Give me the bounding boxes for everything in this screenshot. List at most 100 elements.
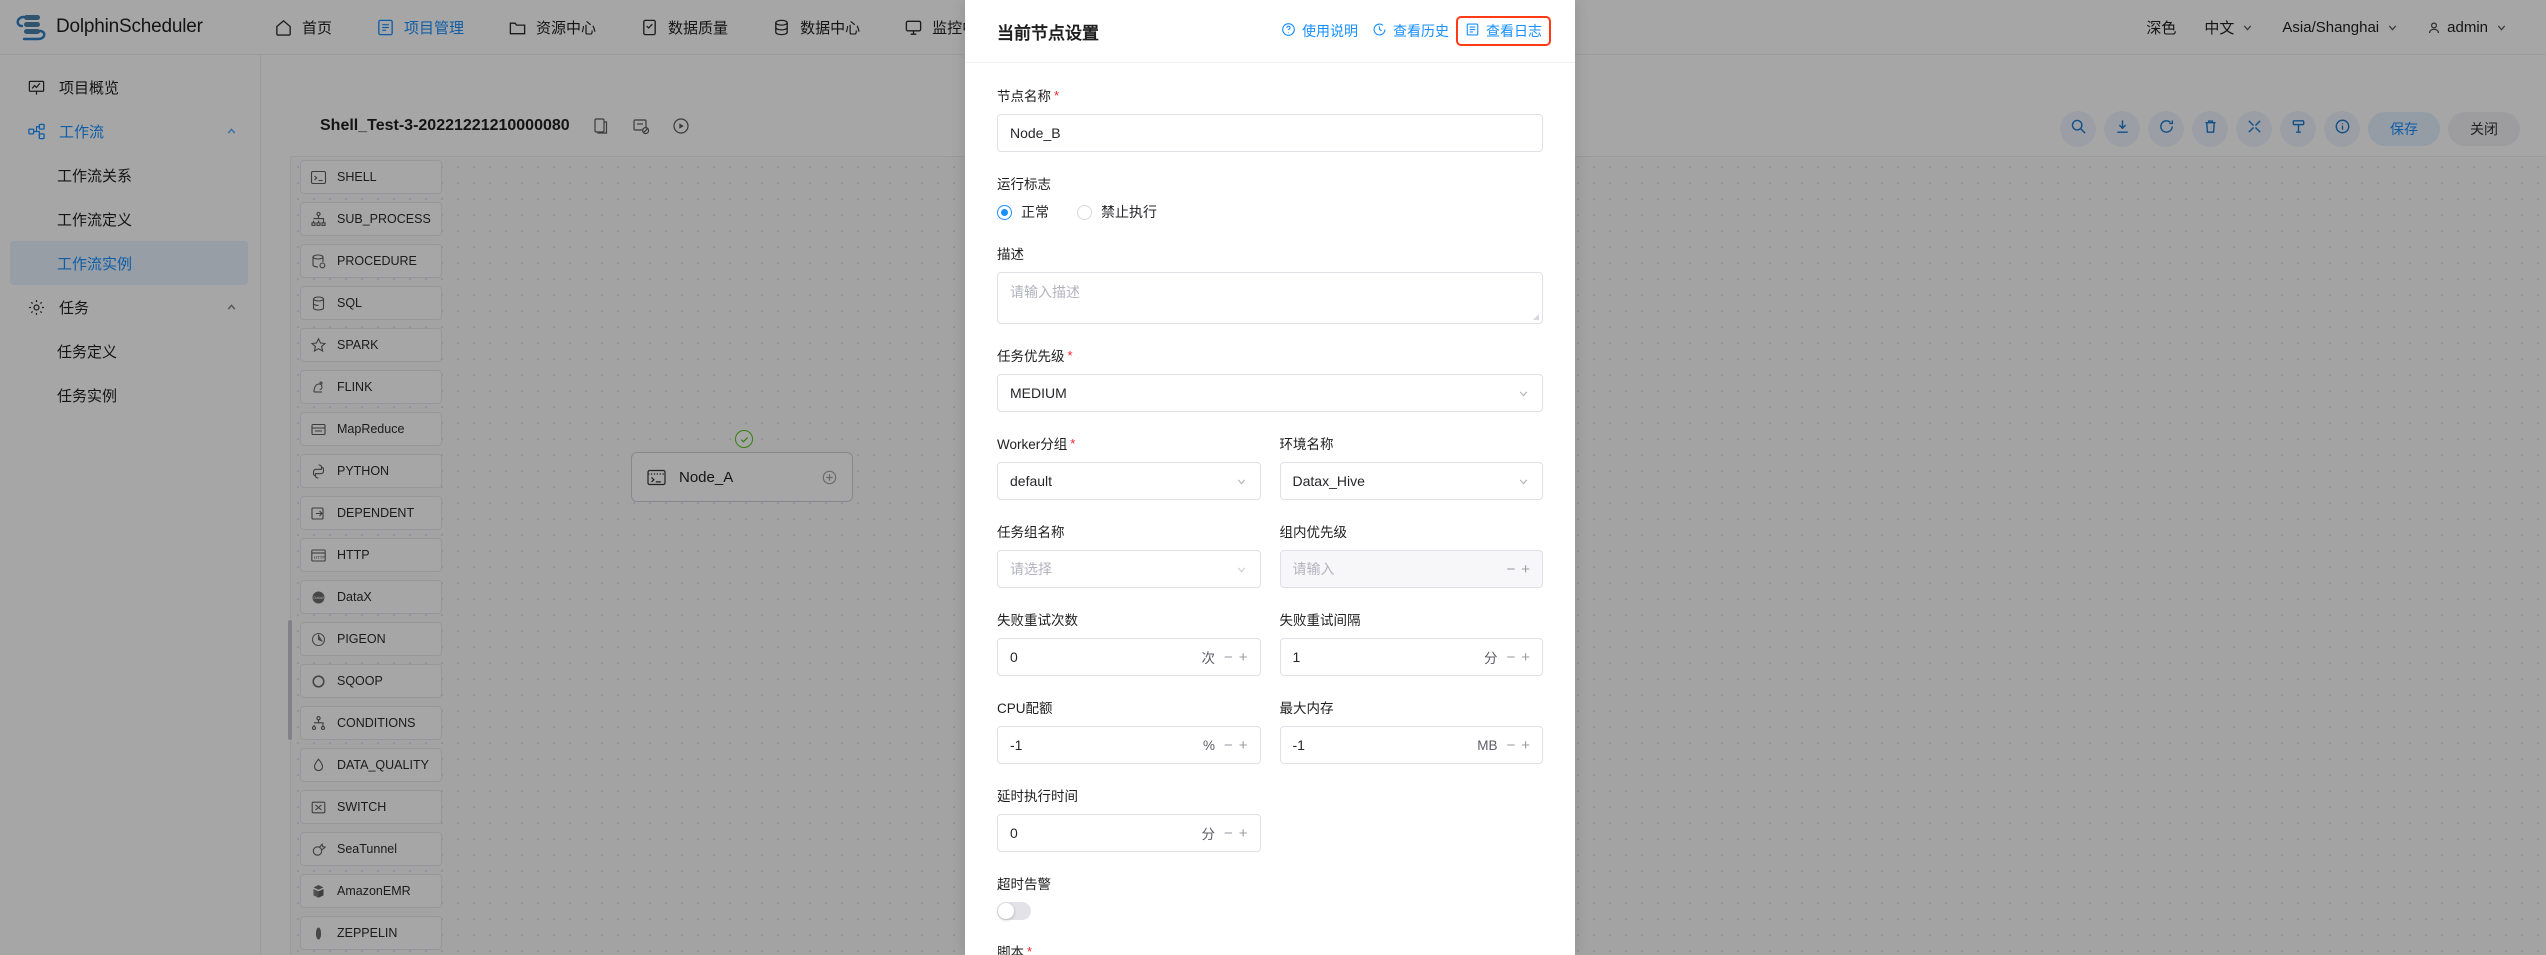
refresh-button[interactable] <box>2148 111 2184 147</box>
task-group-name-select[interactable]: 请选择 <box>997 550 1261 588</box>
palette-task[interactable]: DataX DataX <box>300 580 442 614</box>
download-button[interactable] <box>2104 111 2140 147</box>
sidebar-item-task-instance[interactable]: 任务实例 <box>0 373 260 417</box>
view-log-label: 查看日志 <box>1486 23 1542 39</box>
pigeon-icon <box>310 631 327 648</box>
nav-item-data-quality[interactable]: 数据质量 <box>618 0 750 55</box>
close-button[interactable]: 关闭 <box>2448 112 2520 146</box>
workflow-node[interactable]: Node_A <box>631 452 853 502</box>
sidebar-item-task-definition[interactable]: 任务定义 <box>0 329 260 373</box>
nav-item-project-management[interactable]: 项目管理 <box>354 0 486 55</box>
sidebar-item-workflow-definition[interactable]: 工作流定义 <box>0 197 260 241</box>
palette-scrollbar[interactable] <box>288 620 292 740</box>
decrement-button[interactable]: − <box>1506 649 1515 666</box>
palette-task[interactable]: SeaTunnel <box>300 832 442 866</box>
search-button[interactable] <box>2060 111 2096 147</box>
increment-button[interactable]: + <box>1239 825 1248 842</box>
sidebar-item-workflow-relation[interactable]: 工作流关系 <box>0 153 260 197</box>
palette-task[interactable]: MapReduce <box>300 412 442 446</box>
retry-interval-input[interactable]: 1 分 − + <box>1279 638 1543 676</box>
increment-button[interactable]: + <box>1521 737 1530 754</box>
nav-item-data-center[interactable]: 数据中心 <box>750 0 882 55</box>
palette-task[interactable]: PROCEDURE <box>300 244 442 278</box>
svg-text:DataX: DataX <box>313 595 324 600</box>
field-max-memory: 最大内存 -1 MB − + <box>1279 697 1543 764</box>
palette-task[interactable]: SPARK <box>300 328 442 362</box>
group-priority-input[interactable]: 请输入 − + <box>1279 550 1543 588</box>
chevron-up-icon[interactable] <box>225 125 238 138</box>
palette-task[interactable]: AmazonEMR <box>300 874 442 908</box>
sidebar-item-project-overview[interactable]: 项目概览 <box>0 65 260 109</box>
decrement-button[interactable]: − <box>1224 737 1233 754</box>
view-log-link[interactable]: 查看日志 <box>1456 16 1551 46</box>
sidebar-item-workflow[interactable]: 工作流 <box>0 109 260 153</box>
palette-task[interactable]: SQOOP <box>300 664 442 698</box>
decrement-button[interactable]: − <box>1506 561 1515 578</box>
palette-task[interactable]: HTTP HTTP <box>300 538 442 572</box>
max-memory-label: 最大内存 <box>1279 701 1334 716</box>
add-node-icon[interactable] <box>821 469 838 486</box>
chevron-up-icon[interactable] <box>225 301 238 314</box>
view-history-link[interactable]: 查看历史 <box>1365 18 1456 44</box>
user-menu[interactable]: admin <box>2413 19 2522 36</box>
nav-item-resource-center[interactable]: 资源中心 <box>486 0 618 55</box>
copy-icon[interactable] <box>592 117 610 135</box>
edit-disabled-icon[interactable] <box>632 117 650 135</box>
palette-task-label: DEPENDENT <box>337 506 415 520</box>
group-priority-stepper: − + <box>1506 561 1530 578</box>
nav-item-home[interactable]: 首页 <box>252 0 354 55</box>
palette-task[interactable]: DATA_QUALITY <box>300 748 442 782</box>
palette-task[interactable]: SHELL <box>300 160 442 194</box>
run-flag-option-normal[interactable]: 正常 <box>997 202 1049 222</box>
max-memory-value: -1 <box>1292 737 1305 753</box>
increment-button[interactable]: + <box>1521 649 1530 666</box>
palette-task[interactable]: PYTHON <box>300 454 442 488</box>
description-textarea[interactable]: 请输入描述 <box>997 272 1543 324</box>
save-button[interactable]: 保存 <box>2368 112 2440 146</box>
run-icon[interactable] <box>672 117 690 135</box>
refresh-icon <box>2158 118 2175 140</box>
sidebar-item-task[interactable]: 任务 <box>0 285 260 329</box>
palette-task[interactable]: CONDITIONS <box>300 706 442 740</box>
environment-name-select[interactable]: Datax_Hive <box>1279 462 1543 500</box>
worker-group-select[interactable]: default <box>997 462 1261 500</box>
field-retry-times: 失败重试次数 0 次 − + <box>997 609 1261 676</box>
cpu-quota-input[interactable]: -1 % − + <box>997 726 1261 764</box>
delay-time-input[interactable]: 0 分 − + <box>997 814 1261 852</box>
dependent-icon <box>310 505 327 522</box>
increment-button[interactable]: + <box>1239 737 1248 754</box>
sidebar-item-workflow-instance[interactable]: 工作流实例 <box>10 241 248 285</box>
palette-task[interactable]: SQL <box>300 286 442 320</box>
format-button[interactable] <box>2280 111 2316 147</box>
delete-button[interactable] <box>2192 111 2228 147</box>
decrement-button[interactable]: − <box>1224 649 1233 666</box>
palette-task[interactable]: DEPENDENT <box>300 496 442 530</box>
task-priority-select[interactable]: MEDIUM <box>997 374 1543 412</box>
palette-task[interactable]: PIGEON <box>300 622 442 656</box>
info-button[interactable] <box>2324 111 2360 147</box>
fullscreen-button[interactable] <box>2236 111 2272 147</box>
decrement-button[interactable]: − <box>1506 737 1515 754</box>
http-icon: HTTP <box>310 547 327 564</box>
node-name-input[interactable]: Node_B <box>997 114 1543 152</box>
delay-time-suffix: 分 − + <box>1201 823 1247 843</box>
decrement-button[interactable]: − <box>1224 825 1233 842</box>
max-memory-input[interactable]: -1 MB − + <box>1279 726 1543 764</box>
retry-times-input[interactable]: 0 次 − + <box>997 638 1261 676</box>
theme-toggle[interactable]: 深色 <box>2132 17 2190 38</box>
radio-label: 正常 <box>1021 204 1049 220</box>
increment-button[interactable]: + <box>1521 561 1530 578</box>
palette-task[interactable]: SUB_PROCESS <box>300 202 442 236</box>
palette-task[interactable]: SWITCH <box>300 790 442 824</box>
timeout-alarm-toggle[interactable] <box>997 902 1031 920</box>
increment-button[interactable]: + <box>1239 649 1248 666</box>
brand[interactable]: DolphinScheduler <box>0 12 252 42</box>
dialog-actions: 使用说明 查看历史 查看日志 <box>1274 16 1551 46</box>
fullscreen-icon <box>2246 118 2263 140</box>
palette-task[interactable]: ZEPPELIN <box>300 916 442 950</box>
run-flag-option-forbidden[interactable]: 禁止执行 <box>1077 202 1157 222</box>
language-selector[interactable]: 中文 <box>2190 17 2268 38</box>
usage-instructions-link[interactable]: 使用说明 <box>1274 18 1365 44</box>
timezone-selector[interactable]: Asia/Shanghai <box>2268 19 2413 36</box>
palette-task[interactable]: FLINK <box>300 370 442 404</box>
